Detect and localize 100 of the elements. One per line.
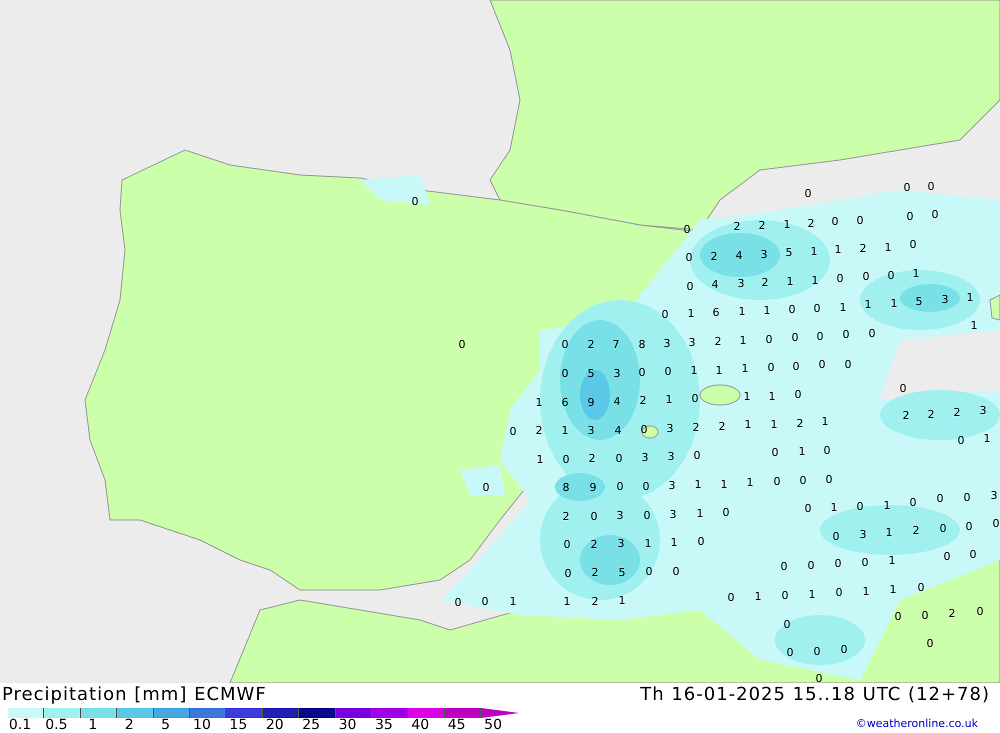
precipitation-value: 7 xyxy=(612,338,620,351)
precipitation-value: 1 xyxy=(984,432,990,445)
precipitation-value: 0 xyxy=(992,517,1000,530)
precipitation-value: 2 xyxy=(692,421,700,434)
precipitation-value: 0 xyxy=(928,180,934,193)
precipitation-value: 0 xyxy=(966,520,972,533)
precipitation-value: 0 xyxy=(564,567,572,580)
precipitation-value: 0 xyxy=(672,565,680,578)
precipitation-value: 0 xyxy=(918,581,924,594)
precipitation-value: 3 xyxy=(688,336,696,349)
precipitation-value: 1 xyxy=(764,304,770,317)
precipitation-value: 0 xyxy=(412,195,418,208)
precipitation-value: 0 xyxy=(906,210,914,223)
precipitation-value: 0 xyxy=(814,645,820,658)
precipitation-value: 1 xyxy=(744,390,750,403)
precipitation-value: 0 xyxy=(970,548,976,561)
legend-label: 10 xyxy=(193,717,211,733)
precipitation-value: 0 xyxy=(904,181,910,194)
precipitation-value: 1 xyxy=(536,453,544,466)
precipitation-value: 1 xyxy=(786,275,794,288)
precipitation-value: 0 xyxy=(786,646,794,659)
precipitation-value: 8 xyxy=(562,481,570,494)
precipitation-value: 1 xyxy=(970,319,978,332)
credit-link[interactable]: ©weatheronline.co.uk xyxy=(856,716,978,732)
precipitation-value: 1 xyxy=(864,298,872,311)
precipitation-value: 0 xyxy=(836,272,844,285)
precipitation-value: 0 xyxy=(728,591,734,604)
precipitation-value: 2 xyxy=(762,276,768,289)
precipitation-value: 0 xyxy=(976,605,984,618)
precipitation-value: 0 xyxy=(856,214,864,227)
precipitation-value: 1 xyxy=(564,595,570,608)
precipitation-value: 1 xyxy=(618,594,626,607)
precipitation-value: 0 xyxy=(562,338,568,351)
precipitation-value: 2 xyxy=(536,424,542,437)
precipitation-value: 1 xyxy=(770,418,778,431)
precipitation-value: 0 xyxy=(900,382,906,395)
precipitation-value: 1 xyxy=(912,267,920,280)
precipitation-value: 0 xyxy=(562,367,568,380)
precipitation-value: 5 xyxy=(786,246,792,259)
precipitation-value: 0 xyxy=(856,500,864,513)
precipitation-value: 0 xyxy=(640,423,648,436)
precipitation-value: 0 xyxy=(564,538,570,551)
precipitation-value: 0 xyxy=(894,610,902,623)
precipitation-value: 0 xyxy=(792,360,800,373)
precipitation-value: 1 xyxy=(688,307,694,320)
precipitation-value: 0 xyxy=(832,530,840,543)
precipitation-value: 2 xyxy=(902,409,910,422)
precipitation-value: 1 xyxy=(840,301,846,314)
precipitation-value: 3 xyxy=(860,528,866,541)
precipitation-value: 0 xyxy=(958,434,964,447)
precipitation-value: 0 xyxy=(816,672,822,683)
precipitation-value: 1 xyxy=(890,297,898,310)
precipitation-value: 0 xyxy=(818,358,826,371)
precipitation-value: 3 xyxy=(980,404,986,417)
precipitation-value: 0 xyxy=(842,328,850,341)
precipitation-value: 1 xyxy=(562,424,568,437)
precipitation-value: 1 xyxy=(746,476,754,489)
legend-label: 0.5 xyxy=(45,717,68,733)
precipitation-value: 1 xyxy=(742,362,748,375)
legend-label: 45 xyxy=(448,717,466,733)
precipitation-value: 0 xyxy=(814,302,820,315)
precipitation-value: 1 xyxy=(720,478,728,491)
precipitation-value: 3 xyxy=(616,509,624,522)
precipitation-value: 1 xyxy=(740,334,746,347)
legend-label: 50 xyxy=(484,717,502,733)
precipitation-value: 0 xyxy=(782,589,788,602)
precipitation-value: 0 xyxy=(800,474,806,487)
precipitation-value: 1 xyxy=(822,415,828,428)
precipitation-value: 4 xyxy=(614,424,622,437)
precipitation-value: 2 xyxy=(912,524,920,537)
precipitation-value: 1 xyxy=(536,396,542,409)
precipitation-value: 4 xyxy=(736,249,742,262)
precipitation-value: 0 xyxy=(686,251,692,264)
precipitation-value: 2 xyxy=(928,408,934,421)
precipitation-value: 6 xyxy=(562,396,568,409)
precipitation-value: 9 xyxy=(588,396,594,409)
precipitation-value: 0 xyxy=(638,366,646,379)
precipitation-value: 1 xyxy=(510,595,516,608)
precipitation-value: 6 xyxy=(712,306,720,319)
precipitation-value: 0 xyxy=(722,506,730,519)
precipitation-value: 0 xyxy=(642,480,650,493)
precipitation-value: 2 xyxy=(954,406,960,419)
precipitation-value: 0 xyxy=(836,586,842,599)
legend-label: 20 xyxy=(266,717,284,733)
precipitation-value: 0 xyxy=(662,308,668,321)
precipitation-value: 0 xyxy=(784,618,790,631)
precipitation-value: 0 xyxy=(794,388,802,401)
precipitation-value: 1 xyxy=(670,536,678,549)
precipitation-value: 2 xyxy=(588,338,594,351)
precipitation-value: 2 xyxy=(562,510,570,523)
precipitation-value: 1 xyxy=(810,245,818,258)
precipitation-value: 0 xyxy=(926,637,934,650)
precipitation-value: 5 xyxy=(618,566,626,579)
precipitation-value: 0 xyxy=(816,330,824,343)
precipitation-value: 5 xyxy=(916,295,922,308)
precipitation-value: 0 xyxy=(936,492,944,505)
precipitation-value: 3 xyxy=(760,248,768,261)
precipitation-value: 4 xyxy=(614,395,620,408)
precipitation-value: 1 xyxy=(884,241,892,254)
precipitation-value: 1 xyxy=(666,393,672,406)
